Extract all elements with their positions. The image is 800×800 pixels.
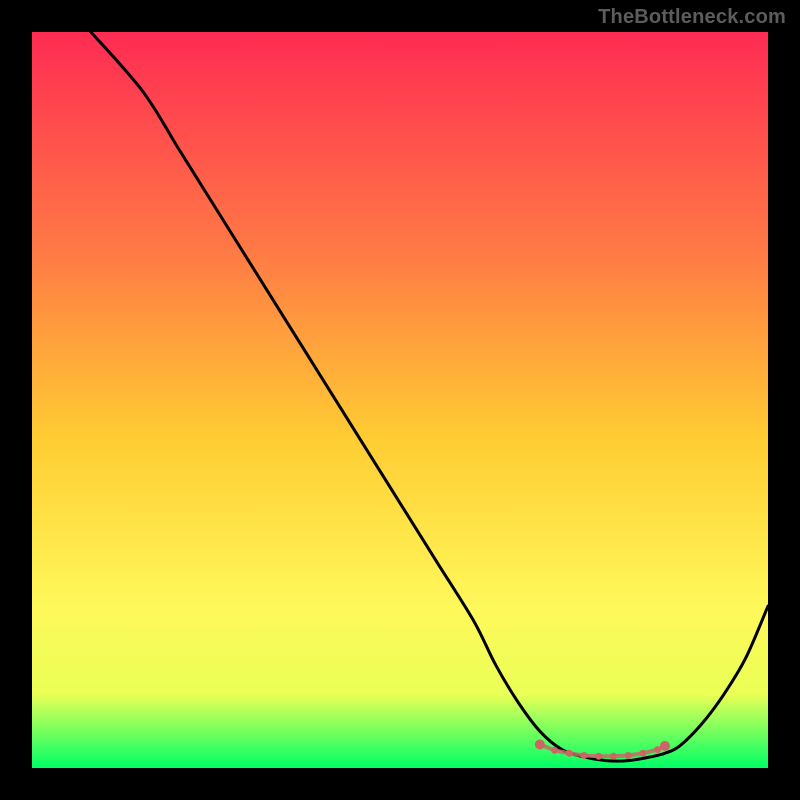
gradient-background <box>32 32 768 768</box>
sweet-spot-dot <box>625 752 632 759</box>
sweet-spot-dot <box>535 739 545 749</box>
sweet-spot-dot <box>551 747 558 754</box>
watermark-text: TheBottleneck.com <box>598 6 786 29</box>
bottleneck-chart <box>32 32 768 768</box>
chart-svg <box>32 32 768 768</box>
sweet-spot-dot <box>660 741 670 751</box>
sweet-spot-dot <box>639 750 646 757</box>
sweet-spot-dot <box>654 746 661 753</box>
sweet-spot-dot <box>595 753 602 760</box>
sweet-spot-dot <box>566 750 573 757</box>
sweet-spot-dot <box>610 753 617 760</box>
sweet-spot-dot <box>581 752 588 759</box>
